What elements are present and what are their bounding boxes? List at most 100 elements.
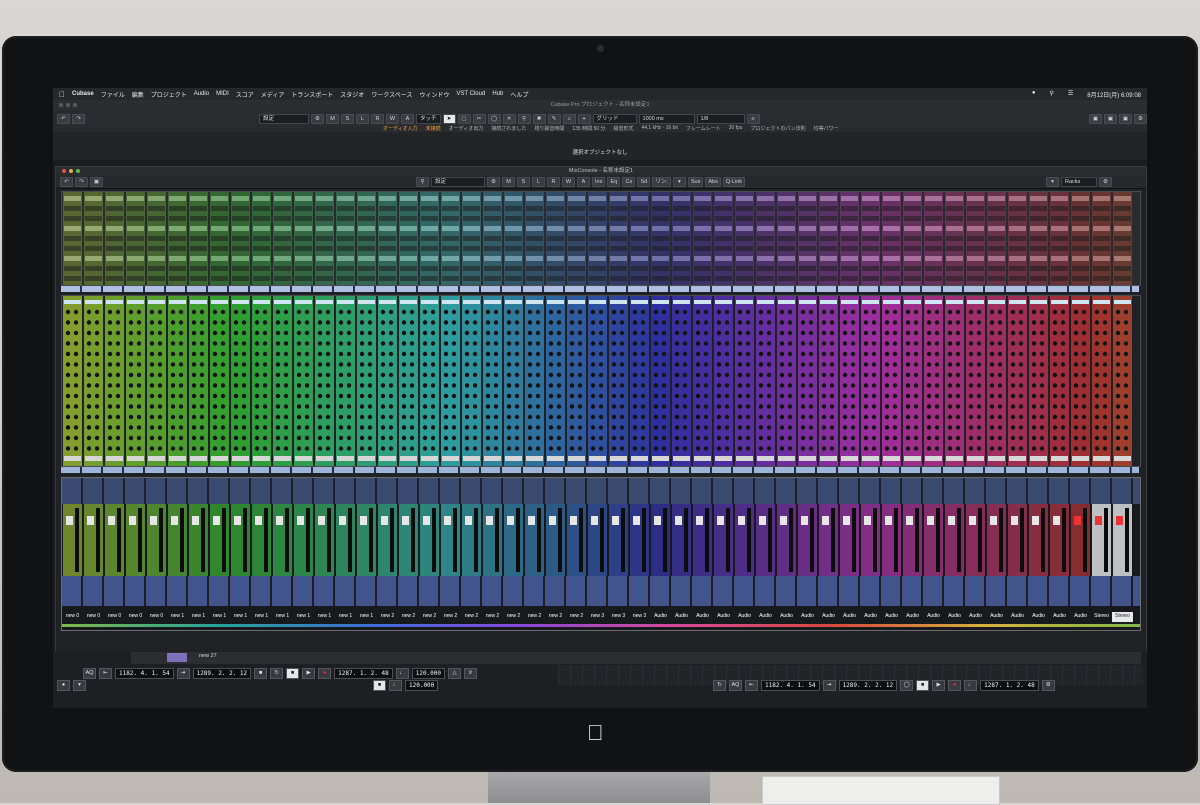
eq-parameter[interactable]: [421, 266, 438, 271]
main-aq-button[interactable]: AQ: [729, 680, 742, 691]
strip-knob[interactable]: [737, 425, 743, 430]
eq-parameter[interactable]: [358, 196, 375, 201]
eq-parameter[interactable]: [799, 246, 816, 251]
strip-knob[interactable]: [380, 320, 386, 325]
eq-parameter[interactable]: [799, 206, 816, 211]
strip-knob[interactable]: [598, 435, 604, 441]
eq-parameter[interactable]: [295, 266, 312, 271]
strip-knob[interactable]: [758, 393, 764, 399]
strip-slot[interactable]: [505, 456, 522, 461]
eq-parameter[interactable]: [190, 226, 207, 231]
eq-parameter[interactable]: [1051, 226, 1068, 231]
strip-knob[interactable]: [380, 309, 386, 315]
strip-knob[interactable]: [422, 383, 428, 388]
strip-slot[interactable]: [631, 456, 648, 461]
channel-name[interactable]: Audio: [671, 612, 692, 622]
eq-parameter[interactable]: [820, 206, 837, 211]
strip-channel[interactable]: [483, 296, 502, 466]
strip-knob[interactable]: [577, 362, 583, 367]
fader-handle[interactable]: [465, 516, 472, 525]
strip-knob[interactable]: [808, 414, 814, 420]
eq-parameter[interactable]: [757, 266, 774, 271]
eq-parameter[interactable]: [127, 206, 144, 211]
strip-knob[interactable]: [1073, 320, 1079, 325]
strip-knob[interactable]: [506, 372, 512, 378]
eq-parameter[interactable]: [715, 256, 732, 261]
strip-knob[interactable]: [283, 320, 289, 325]
strip-knob[interactable]: [401, 362, 407, 367]
strip-knob[interactable]: [913, 330, 919, 336]
strip-knob[interactable]: [527, 404, 533, 409]
strip-knob[interactable]: [997, 393, 1003, 399]
strip-knob[interactable]: [493, 435, 499, 441]
strip-knob[interactable]: [430, 330, 436, 336]
strip-knob[interactable]: [871, 362, 877, 367]
strip-knob[interactable]: [968, 435, 974, 441]
strip-knob[interactable]: [1081, 372, 1087, 378]
strip-knob[interactable]: [884, 393, 890, 399]
strip-knob[interactable]: [632, 330, 638, 336]
eq-parameter[interactable]: [505, 236, 522, 241]
strip-knob[interactable]: [262, 435, 268, 441]
strip-knob[interactable]: [682, 309, 688, 315]
strip-knob[interactable]: [157, 435, 163, 441]
strip-knob[interactable]: [703, 341, 709, 346]
strip-knob[interactable]: [178, 446, 184, 451]
strip-knob[interactable]: [401, 320, 407, 325]
fader-handle[interactable]: [423, 516, 430, 525]
strip-knob[interactable]: [653, 435, 659, 441]
strip-knob[interactable]: [1039, 320, 1045, 325]
eq-parameter[interactable]: [904, 276, 921, 281]
strip-knob[interactable]: [947, 351, 953, 357]
strip-knob[interactable]: [191, 320, 197, 325]
strip-knob[interactable]: [1031, 309, 1037, 315]
eq-parameter[interactable]: [127, 276, 144, 281]
main-right-locator-display[interactable]: 1289. 2. 2. 12: [838, 680, 898, 691]
strip-knob[interactable]: [653, 362, 659, 367]
eq-parameter[interactable]: [946, 196, 963, 201]
strip-slot[interactable]: [589, 300, 606, 304]
eq-parameter[interactable]: [85, 216, 102, 221]
strip-knob[interactable]: [86, 372, 92, 378]
strip-knob[interactable]: [682, 393, 688, 399]
eq-parameter[interactable]: [610, 276, 627, 281]
fader-channel[interactable]: [483, 504, 502, 576]
fader-handle[interactable]: [234, 516, 241, 525]
strip-knob[interactable]: [94, 404, 100, 409]
strip-knob[interactable]: [233, 309, 239, 315]
eq-parameter[interactable]: [820, 256, 837, 261]
strip-knob[interactable]: [115, 309, 121, 315]
fader-handle[interactable]: [843, 516, 850, 525]
strip-knob[interactable]: [422, 435, 428, 441]
strip-knob[interactable]: [367, 425, 373, 430]
eq-parameter[interactable]: [400, 276, 417, 281]
eq-parameter[interactable]: [589, 206, 606, 211]
strip-knob[interactable]: [325, 446, 331, 451]
strip-knob[interactable]: [821, 414, 827, 420]
strip-knob[interactable]: [989, 446, 995, 451]
eq-parameter[interactable]: [946, 206, 963, 211]
strip-knob[interactable]: [401, 404, 407, 409]
strip-knob[interactable]: [934, 435, 940, 441]
strip-knob[interactable]: [346, 446, 352, 451]
eq-parameter[interactable]: [232, 226, 249, 231]
strip-knob[interactable]: [149, 330, 155, 336]
strip-slot[interactable]: [694, 300, 711, 304]
strip-slot[interactable]: [127, 456, 144, 461]
eq-parameter[interactable]: [841, 196, 858, 201]
strip-knob[interactable]: [934, 414, 940, 420]
strip-knob[interactable]: [1094, 383, 1100, 388]
strip-knob[interactable]: [233, 414, 239, 420]
strip-knob[interactable]: [254, 320, 260, 325]
strip-knob[interactable]: [65, 372, 71, 378]
strip-knob[interactable]: [716, 309, 722, 315]
eq-parameter[interactable]: [190, 246, 207, 251]
eq-parameter[interactable]: [715, 196, 732, 201]
strip-knob[interactable]: [304, 330, 310, 336]
strip-knob[interactable]: [640, 372, 646, 378]
strip-knob[interactable]: [514, 362, 520, 367]
strip-knob[interactable]: [787, 435, 793, 441]
eq-parameter[interactable]: [505, 206, 522, 211]
strip-knob[interactable]: [296, 341, 302, 346]
strip-knob[interactable]: [233, 383, 239, 388]
